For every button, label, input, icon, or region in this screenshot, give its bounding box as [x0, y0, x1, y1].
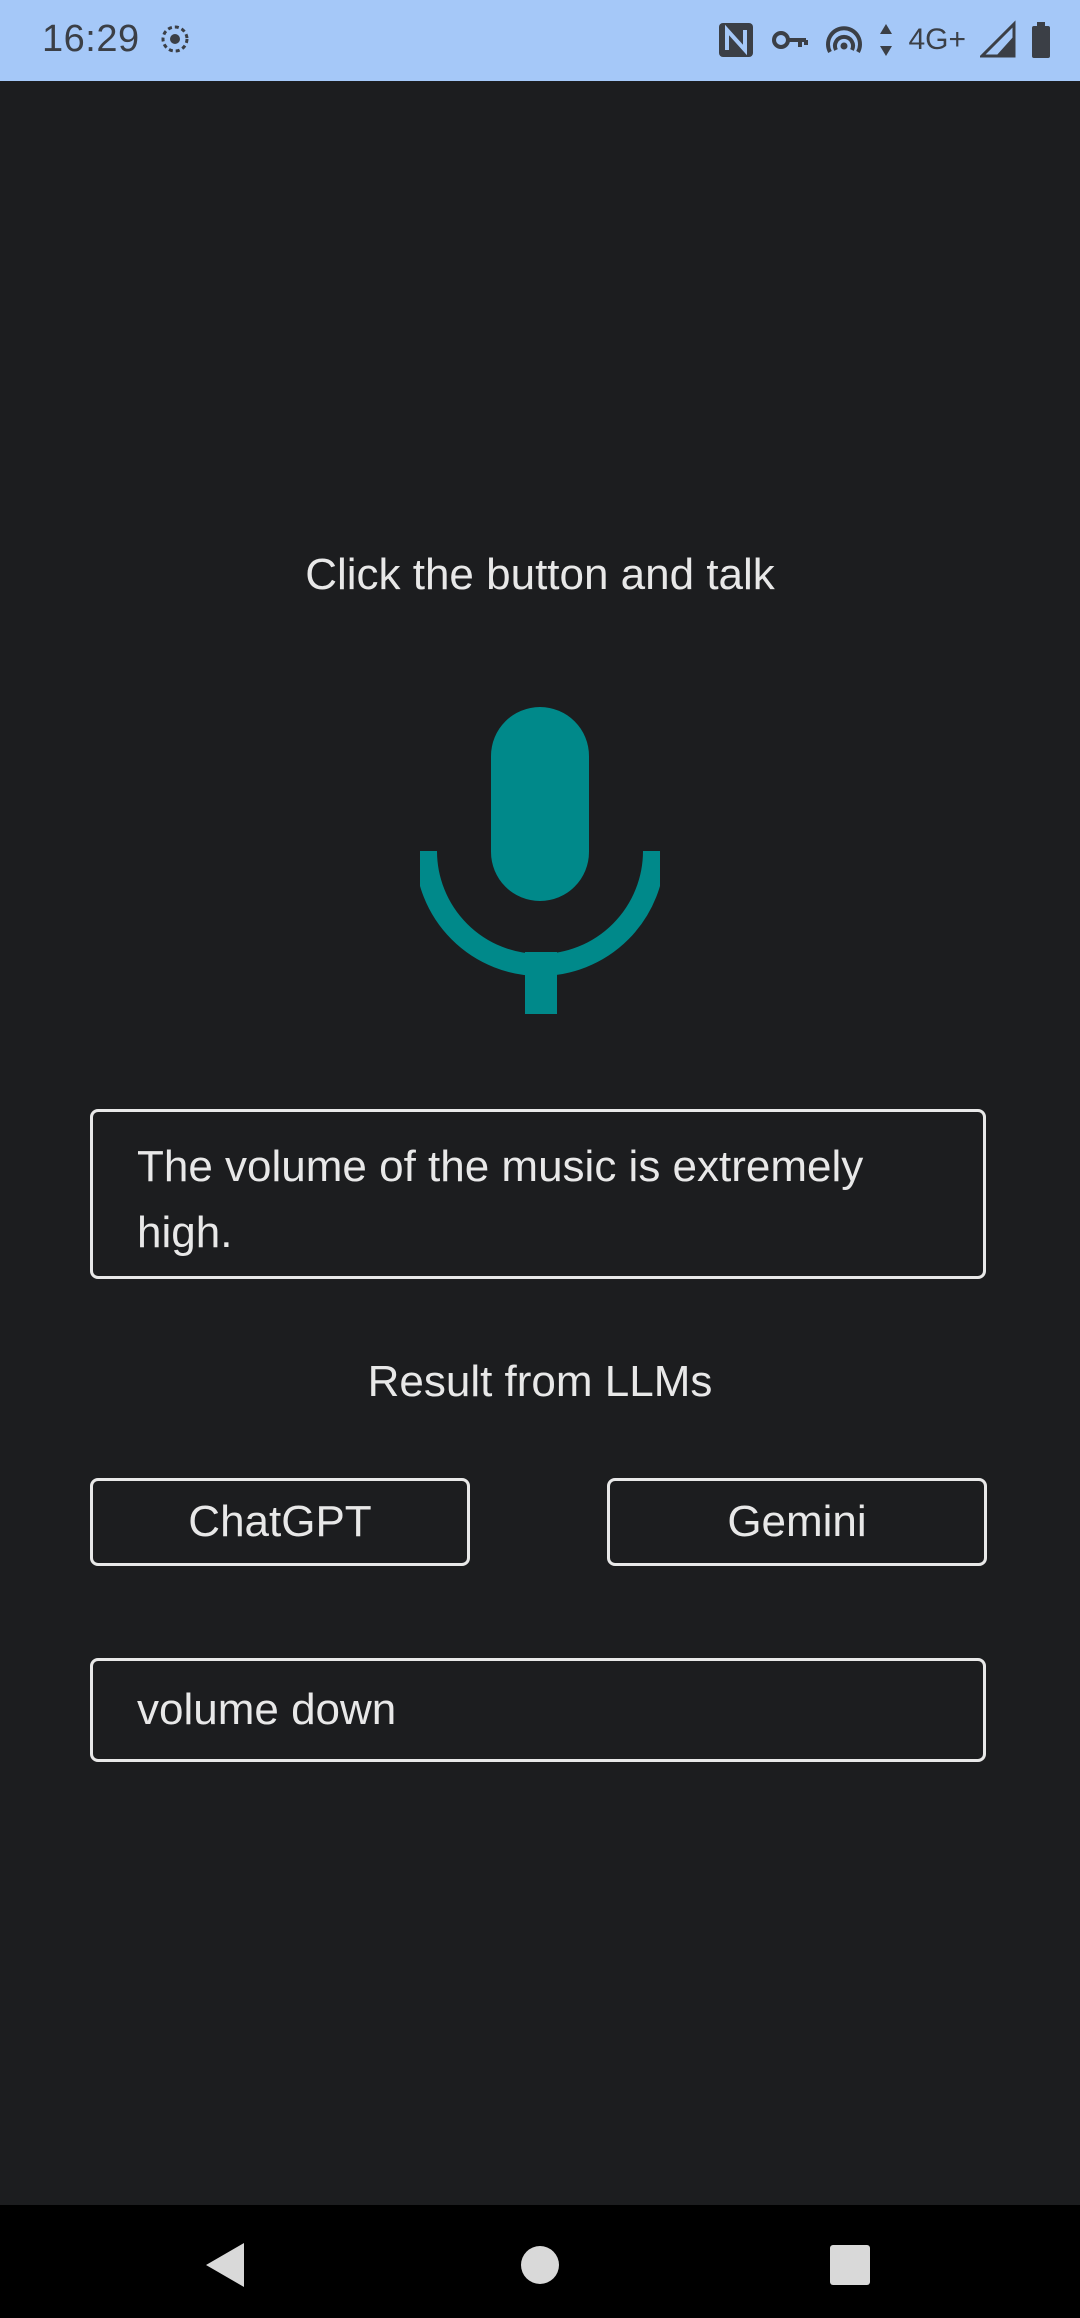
chatgpt-button[interactable]: ChatGPT — [90, 1478, 470, 1566]
recents-square-icon — [830, 2245, 870, 2285]
network-type: 4G+ — [908, 23, 966, 56]
location-sync-icon — [160, 24, 190, 54]
home-button[interactable] — [510, 2235, 570, 2295]
data-arrows-icon — [878, 20, 894, 60]
hotspot-icon — [824, 20, 864, 60]
mic-button[interactable] — [415, 700, 665, 1020]
home-circle-icon — [521, 2246, 559, 2284]
signal-icon — [980, 20, 1016, 60]
microphone-icon — [415, 707, 665, 1014]
navigation-bar — [0, 2205, 1080, 2318]
status-icons: 4G+ — [716, 14, 1052, 66]
result-text-box[interactable]: volume down — [90, 1658, 986, 1762]
nfc-icon — [716, 20, 756, 60]
prompt-text: Click the button and talk — [305, 550, 775, 599]
back-triangle-icon — [206, 2243, 244, 2287]
vpn-key-icon — [770, 20, 810, 60]
gemini-button[interactable]: Gemini — [607, 1478, 987, 1566]
status-bar: 16:29 4G+ — [0, 0, 1080, 81]
status-time: 16:29 — [42, 18, 140, 60]
speech-text-box[interactable]: The volume of the music is extremely hig… — [90, 1109, 986, 1279]
battery-icon — [1030, 20, 1052, 60]
back-button[interactable] — [196, 2235, 256, 2295]
results-title: Result from LLMs — [367, 1357, 713, 1406]
recents-button[interactable] — [820, 2235, 880, 2295]
